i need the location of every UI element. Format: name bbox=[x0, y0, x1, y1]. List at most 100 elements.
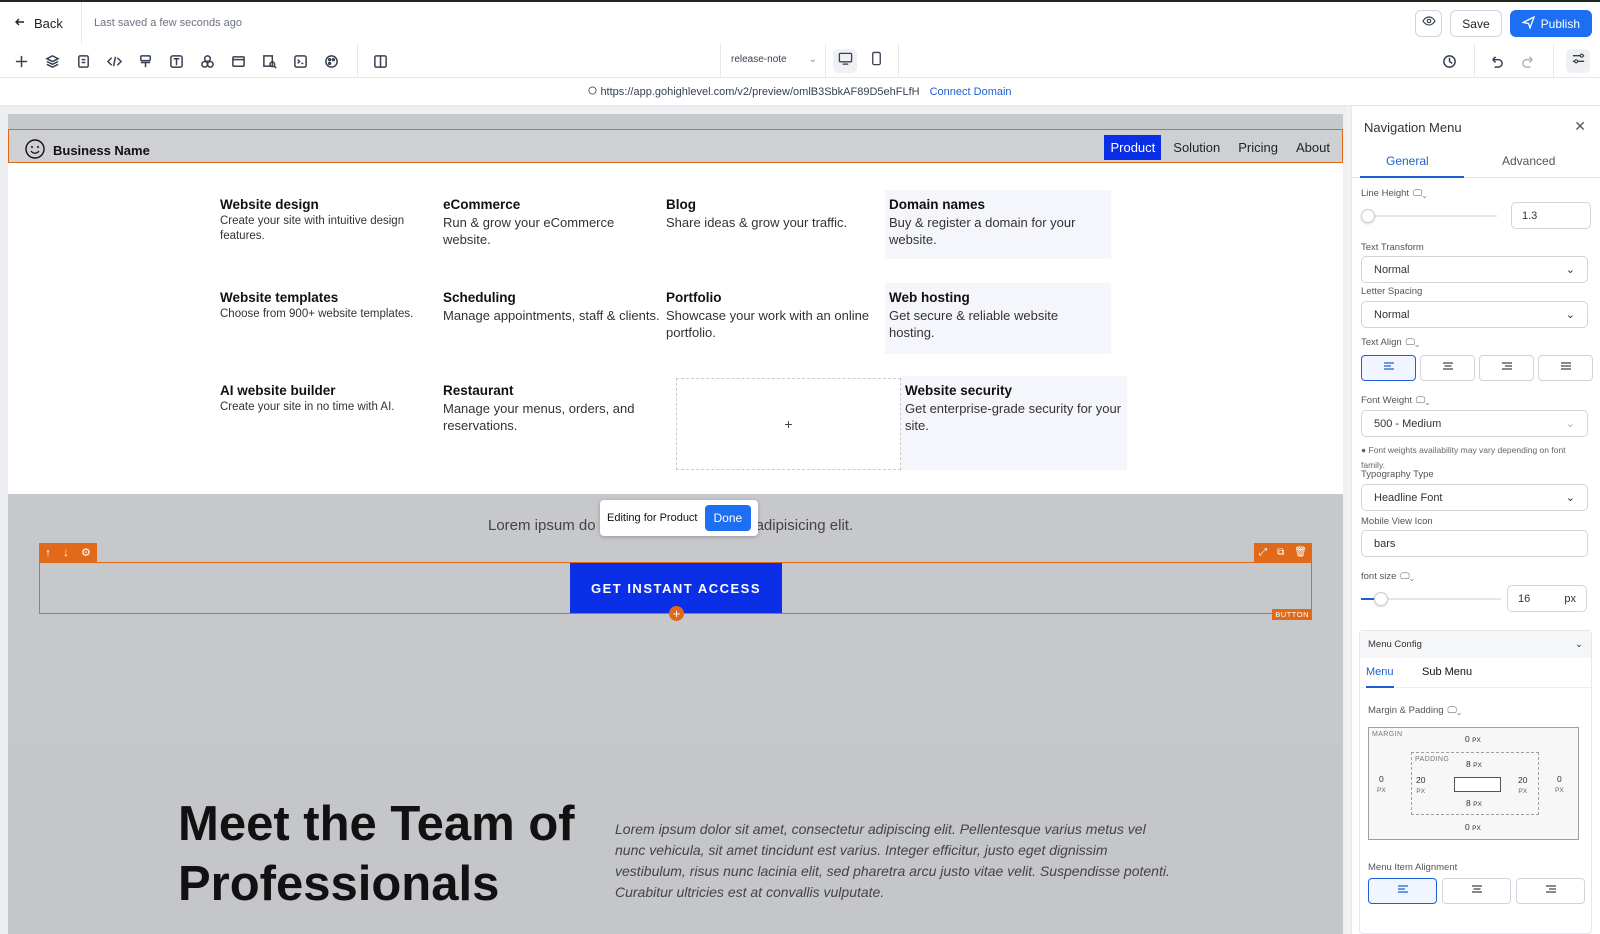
history-icon[interactable] bbox=[1440, 52, 1458, 70]
save-button[interactable]: Save bbox=[1450, 10, 1502, 37]
menu-align-left-button[interactable] bbox=[1368, 878, 1437, 904]
text-transform-select[interactable]: Normal ⌄ bbox=[1361, 256, 1588, 283]
code-icon[interactable] bbox=[105, 52, 123, 70]
brush-icon[interactable] bbox=[136, 52, 154, 70]
menu-config-header[interactable]: Menu Config ⌄ bbox=[1360, 631, 1591, 658]
typography-type-label: Typography Type bbox=[1361, 469, 1434, 480]
padding-bottom[interactable]: 8 PX bbox=[1466, 798, 1482, 810]
navigation-menu-element[interactable]: Business Name Product Solution Pricing A… bbox=[8, 129, 1343, 163]
list-item[interactable]: Website security Get enterprise-grade sec… bbox=[901, 376, 1127, 470]
list-item[interactable]: Scheduling Manage appointments, staff & c… bbox=[439, 283, 665, 331]
seo-icon[interactable] bbox=[260, 52, 278, 70]
pages-icon[interactable] bbox=[74, 52, 92, 70]
browser-icon[interactable] bbox=[229, 52, 247, 70]
menu-item-desc: Share ideas & grow your traffic. bbox=[666, 215, 848, 230]
device-icon[interactable]: 🖵⌄ bbox=[1416, 395, 1430, 406]
list-item[interactable]: AI website builder Create your site in no… bbox=[216, 376, 442, 422]
plus-icon[interactable] bbox=[12, 52, 30, 70]
list-item[interactable]: Restaurant Manage your menus, orders, and… bbox=[439, 376, 665, 441]
tab-menu[interactable]: Menu bbox=[1366, 666, 1394, 678]
close-icon[interactable]: ✕ bbox=[1574, 118, 1586, 135]
elements-icon[interactable] bbox=[198, 52, 216, 70]
line-height-slider[interactable] bbox=[1360, 209, 1497, 223]
align-left-button[interactable] bbox=[1361, 355, 1416, 381]
margin-padding-label-text: Margin & Padding bbox=[1368, 705, 1444, 716]
list-item[interactable]: Domain names Buy & register a domain for … bbox=[885, 190, 1111, 259]
margin-right-value: 0 bbox=[1556, 774, 1562, 784]
menu-align-center-button[interactable] bbox=[1442, 878, 1511, 904]
expand-icon[interactable]: ⤢ bbox=[1259, 547, 1267, 558]
done-button[interactable]: Done bbox=[704, 505, 752, 531]
font-size-slider[interactable] bbox=[1361, 592, 1501, 606]
columns-icon[interactable] bbox=[371, 52, 389, 70]
release-select[interactable]: release-note ⌄ bbox=[731, 54, 817, 65]
list-item[interactable]: Blog Share ideas & grow your traffic. bbox=[662, 190, 888, 238]
font-size-input[interactable]: 16 px bbox=[1507, 585, 1587, 612]
padding-top[interactable]: 8 PX bbox=[1466, 759, 1482, 771]
arrow-down-icon[interactable]: ↓ bbox=[63, 547, 69, 559]
nav-link-product[interactable]: Product bbox=[1104, 135, 1162, 160]
letter-spacing-select[interactable]: Normal ⌄ bbox=[1361, 301, 1588, 328]
list-item[interactable]: Website templates Choose from 900+ websit… bbox=[216, 283, 442, 329]
palette-icon[interactable] bbox=[322, 52, 340, 70]
list-item[interactable]: Portfolio Showcase your work with an onli… bbox=[662, 283, 888, 348]
chevron-down-icon: ⌄ bbox=[808, 54, 817, 65]
terminal-icon[interactable] bbox=[291, 52, 309, 70]
duplicate-icon[interactable]: ⧉ bbox=[1277, 547, 1284, 558]
list-item[interactable]: eCommerce Run & grow your eCommerce websi… bbox=[439, 190, 665, 255]
desktop-view-button[interactable] bbox=[833, 49, 857, 73]
editing-indicator: Editing for Product Done bbox=[600, 500, 759, 536]
align-justify-button[interactable] bbox=[1538, 355, 1593, 381]
slider-handle[interactable] bbox=[1373, 592, 1388, 606]
margin-bottom-unit: PX bbox=[1472, 825, 1481, 832]
device-icon[interactable]: 🖵⌄ bbox=[1400, 571, 1414, 582]
mobile-view-icon-value: bars bbox=[1374, 537, 1396, 550]
list-item[interactable]: Web hosting Get secure & reliable website… bbox=[885, 283, 1111, 354]
padding-left[interactable]: 20 PX bbox=[1416, 775, 1425, 797]
add-menu-item-slot[interactable]: + bbox=[676, 378, 901, 470]
align-center-icon bbox=[1471, 882, 1483, 900]
mobile-view-button[interactable] bbox=[864, 49, 888, 73]
tab-general[interactable]: General bbox=[1386, 154, 1429, 168]
nav-link-pricing[interactable]: Pricing bbox=[1232, 135, 1284, 160]
text-icon[interactable] bbox=[167, 52, 185, 70]
line-height-input[interactable]: 1.3 bbox=[1511, 202, 1591, 229]
menu-align-right-button[interactable] bbox=[1516, 878, 1585, 904]
tab-sub-menu[interactable]: Sub Menu bbox=[1422, 666, 1472, 678]
margin-right[interactable]: 0 PX bbox=[1555, 774, 1564, 796]
preview-button[interactable] bbox=[1415, 10, 1443, 37]
mobile-view-icon-input[interactable]: bars bbox=[1361, 530, 1588, 557]
device-icon[interactable]: 🖵⌄ bbox=[1448, 705, 1462, 716]
padding-right-unit: PX bbox=[1518, 788, 1528, 795]
trash-icon[interactable]: 🗑 bbox=[1294, 547, 1307, 558]
device-icon[interactable]: 🖵⌄ bbox=[1413, 188, 1427, 199]
settings-panel-toggle[interactable] bbox=[1566, 49, 1590, 73]
align-right-button[interactable] bbox=[1479, 355, 1534, 381]
margin-bottom[interactable]: 0 PX bbox=[1465, 822, 1481, 834]
smiley-icon bbox=[25, 139, 45, 162]
back-button[interactable]: Back bbox=[0, 2, 82, 44]
add-element-icon[interactable]: + bbox=[669, 606, 684, 621]
nav-link-solution[interactable]: Solution bbox=[1167, 135, 1226, 160]
padding-right[interactable]: 20 PX bbox=[1518, 775, 1527, 797]
font-weight-select[interactable]: 500 - Medium ⌄ bbox=[1361, 410, 1588, 437]
arrow-up-icon[interactable]: ↑ bbox=[45, 547, 51, 559]
redo-icon[interactable] bbox=[1519, 52, 1537, 70]
margin-left[interactable]: 0 PX bbox=[1377, 774, 1386, 796]
undo-icon[interactable] bbox=[1487, 52, 1505, 70]
tab-advanced[interactable]: Advanced bbox=[1502, 154, 1555, 168]
connect-domain-link[interactable]: Connect Domain bbox=[930, 86, 1012, 98]
layers-icon[interactable] bbox=[43, 52, 61, 70]
content-box bbox=[1454, 777, 1501, 792]
list-item[interactable]: Website design Create your site with intu… bbox=[216, 190, 442, 251]
button-element-selection[interactable]: ↑ ↓ ⚙ ⤢ ⧉ 🗑 GET INSTANT ACCESS + BUTTON bbox=[39, 543, 1312, 621]
typography-type-select[interactable]: Headline Font ⌄ bbox=[1361, 484, 1588, 511]
slider-handle[interactable] bbox=[1360, 209, 1375, 223]
align-center-button[interactable] bbox=[1420, 355, 1475, 381]
nav-link-about[interactable]: About bbox=[1290, 135, 1336, 160]
device-icon[interactable]: 🖵⌄ bbox=[1406, 337, 1420, 348]
publish-button[interactable]: Publish bbox=[1509, 10, 1592, 37]
gear-icon[interactable]: ⚙ bbox=[81, 546, 91, 559]
preview-url[interactable]: https://app.gohighlevel.com/v2/preview/o… bbox=[600, 86, 919, 98]
margin-top[interactable]: 0 PX bbox=[1465, 734, 1481, 746]
